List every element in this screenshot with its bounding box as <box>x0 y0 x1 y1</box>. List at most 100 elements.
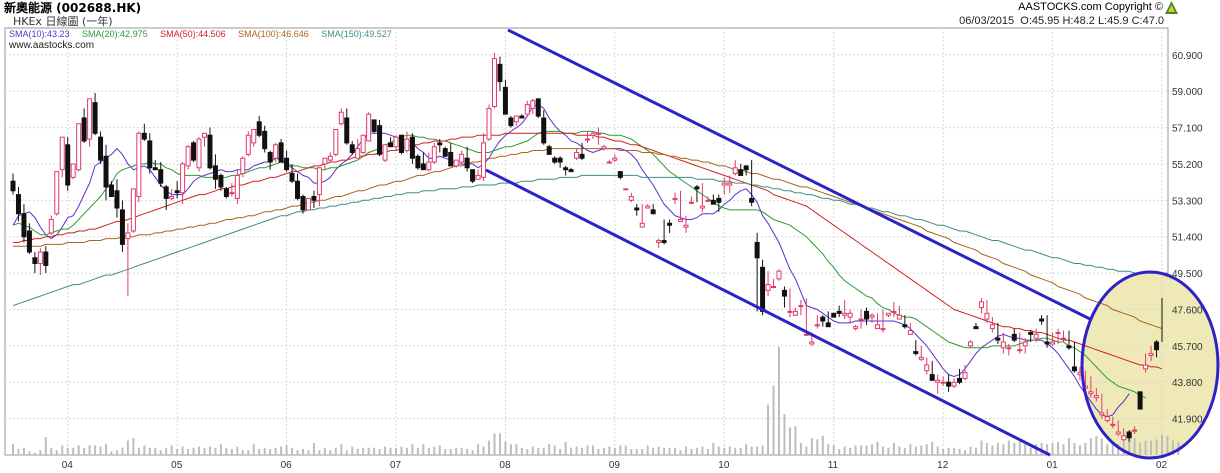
volume-bar <box>225 447 228 455</box>
candle-body <box>645 205 651 209</box>
volume-bar <box>105 444 108 455</box>
volume-bar <box>991 445 994 455</box>
candle-body <box>125 232 131 240</box>
candle-body <box>1126 431 1132 439</box>
candle-body <box>738 169 744 176</box>
y-tick-label: 59.000 <box>1172 87 1203 98</box>
volume-bar <box>854 445 857 455</box>
candle-body <box>305 197 311 211</box>
candle-body <box>552 157 558 163</box>
candle-body <box>114 190 120 209</box>
volume-bar <box>285 445 288 455</box>
volume-bar <box>252 444 255 455</box>
candle-body <box>831 312 837 318</box>
volume-bar <box>1018 441 1021 455</box>
volume-bar <box>318 450 321 455</box>
candle-body <box>180 163 186 194</box>
y-tick-label: 47.600 <box>1172 305 1203 316</box>
candle-body <box>891 310 897 313</box>
candle-body <box>984 312 990 320</box>
volume-bar <box>739 447 742 455</box>
candle-body <box>814 324 820 327</box>
candle-body <box>81 117 87 142</box>
candle-body <box>973 326 979 330</box>
candle-body <box>388 142 394 148</box>
candle-body <box>360 134 366 153</box>
candle-body <box>1044 341 1050 345</box>
volume-bar <box>312 443 315 455</box>
candle-body <box>765 284 771 291</box>
candle-body <box>1017 349 1023 352</box>
volume-bar <box>613 447 616 455</box>
x-tick-label: 05 <box>171 460 183 471</box>
volume-bar <box>553 445 556 455</box>
volume-bar <box>148 447 151 455</box>
copyright-text: AASTOCKS.com Copyright © <box>1018 1 1163 13</box>
volume-bar <box>876 441 879 455</box>
candle-body <box>278 142 284 163</box>
candle-body <box>978 301 984 309</box>
legend-sma10: SMA(10):43.23 <box>9 29 70 39</box>
candle-body <box>513 115 519 123</box>
volume-bar <box>219 444 222 455</box>
candle-body <box>699 205 705 209</box>
candle-body <box>557 157 563 163</box>
volume-bar <box>258 449 261 455</box>
candle-body <box>650 209 656 215</box>
candle-body <box>508 117 514 127</box>
candle-body <box>349 144 355 153</box>
volume-bar <box>985 443 988 455</box>
volume-bar <box>323 447 326 455</box>
candle-body <box>727 182 733 186</box>
y-tick-label: 55.200 <box>1172 160 1203 171</box>
candle-body <box>289 173 295 182</box>
candle-body <box>108 184 114 198</box>
volume-bar <box>942 449 945 455</box>
candle-body <box>524 104 530 115</box>
candle-body <box>169 196 175 199</box>
volume-bar <box>799 443 802 455</box>
candle-body <box>223 188 229 198</box>
candle-body <box>284 157 290 171</box>
volume-bar <box>340 444 343 455</box>
volume-bar <box>44 437 47 455</box>
candle-body <box>902 324 908 328</box>
volume-bar <box>1078 445 1081 455</box>
site-url: www.aastocks.com <box>9 40 95 51</box>
volume-bar <box>821 435 824 455</box>
candle-body <box>858 318 864 321</box>
volume-bar <box>925 444 928 455</box>
volume-bar <box>99 446 102 455</box>
candle-body <box>48 218 54 234</box>
y-tick-label: 43.800 <box>1172 378 1203 389</box>
legend-sma100: SMA(100):46.646 <box>238 29 309 39</box>
x-tick-label: 04 <box>62 460 74 471</box>
candle-body <box>563 167 569 171</box>
candle-body <box>1115 431 1121 435</box>
y-tick-label: 57.100 <box>1172 124 1203 135</box>
x-tick-label: 11 <box>828 460 839 471</box>
candle-body <box>847 312 853 318</box>
candle-body <box>1006 347 1012 350</box>
volume-bar <box>55 450 58 455</box>
volume-bar <box>482 446 485 455</box>
volume-bar <box>126 440 129 455</box>
candle-body <box>683 224 689 228</box>
candle-body <box>459 153 465 163</box>
candle-body <box>989 324 995 330</box>
volume-bar <box>767 404 770 455</box>
volume-bar <box>652 447 655 455</box>
candle-body <box>163 186 169 199</box>
volume-bar <box>756 446 759 455</box>
candle-body <box>470 169 476 182</box>
candle-body <box>781 289 787 297</box>
volume-bar <box>832 445 835 455</box>
volume-bar <box>947 447 950 455</box>
volume-bar <box>449 449 452 455</box>
volume-bar <box>241 450 244 455</box>
candle-body <box>119 209 125 245</box>
volume-bar <box>953 447 956 455</box>
candle-body <box>311 196 317 201</box>
volume-bar <box>887 447 890 455</box>
candle-body <box>880 328 886 331</box>
